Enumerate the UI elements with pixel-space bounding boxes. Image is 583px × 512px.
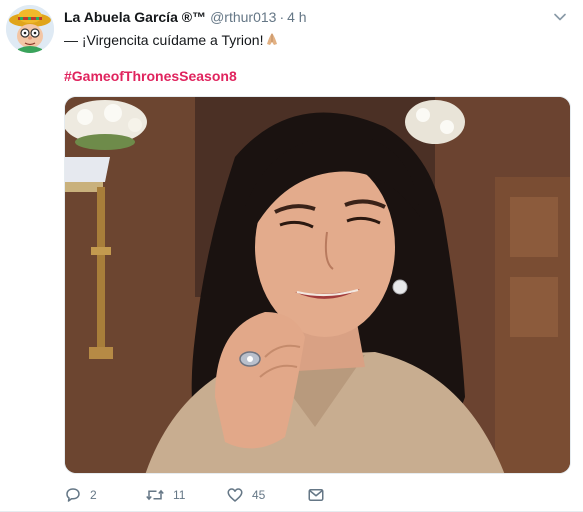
reply-button[interactable]: 2 <box>64 484 97 506</box>
chevron-down-icon <box>554 13 566 21</box>
tweet-options-button[interactable] <box>551 8 569 26</box>
direct-message-button[interactable] <box>307 484 325 506</box>
avatar[interactable] <box>6 5 54 53</box>
tweet-timestamp[interactable]: 4 h <box>287 9 306 25</box>
reply-icon <box>66 488 80 502</box>
separator-dot: · <box>279 9 285 25</box>
tweet-text: — ¡Virgencita cuídame a Tyrion! <box>64 30 563 52</box>
avatar-cartoon-grandma-icon <box>6 5 54 53</box>
retweet-button[interactable]: 11 <box>145 484 185 506</box>
heart-icon <box>227 488 243 502</box>
tweet-header: La Abuela García ®™ @rthur013 · 4 h <box>64 7 543 27</box>
tweet-actions: 2 11 45 <box>64 484 563 506</box>
like-button[interactable]: 45 <box>226 484 265 506</box>
reply-count: 2 <box>90 488 97 502</box>
like-count: 45 <box>252 488 266 502</box>
praying-hands-emoji-icon <box>264 31 280 52</box>
retweet-icon <box>146 489 164 501</box>
tweet-text-body: — ¡Virgencita cuídame a Tyrion! <box>64 32 264 48</box>
envelope-icon <box>308 489 324 501</box>
author-handle[interactable]: @rthur013 <box>210 9 276 25</box>
tweet-media-photo[interactable] <box>64 96 571 474</box>
photo-woman-praying-image <box>65 97 570 473</box>
tweet[interactable]: La Abuela García ®™ @rthur013 · 4 h — ¡Virg… <box>0 0 583 512</box>
hashtag-link[interactable]: #GameofThronesSeason8 <box>64 66 237 86</box>
author-name[interactable]: La Abuela García ®™ <box>64 9 206 25</box>
retweet-count: 11 <box>173 488 186 502</box>
